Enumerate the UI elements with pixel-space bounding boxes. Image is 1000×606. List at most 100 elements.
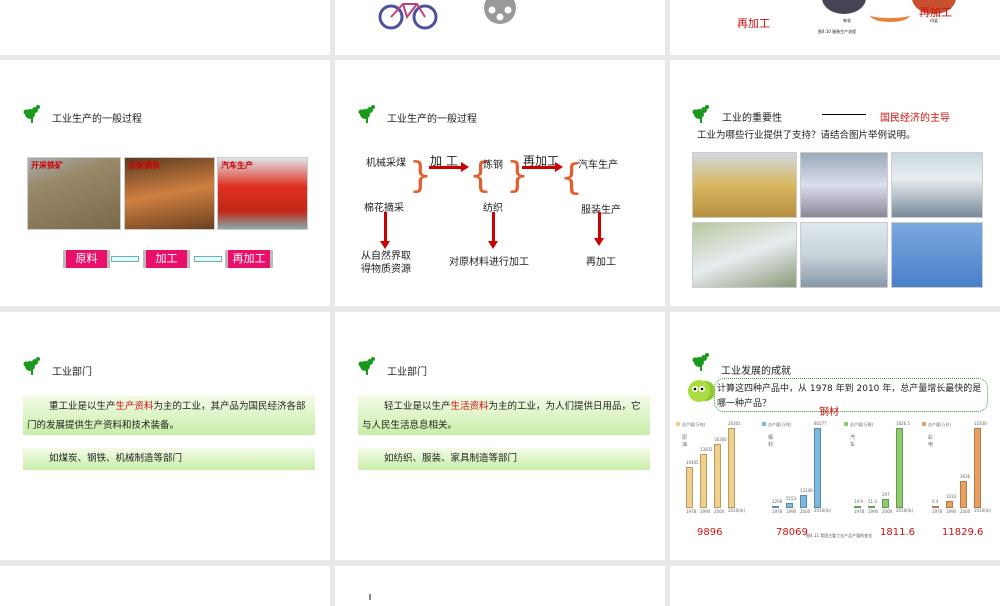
difference-value: 78069	[776, 527, 808, 538]
item-steel: 炼钢	[483, 160, 503, 171]
caterpillar-icon	[688, 380, 715, 402]
down-arrow	[598, 212, 601, 240]
photo-construction	[800, 152, 888, 218]
chart-bar	[868, 505, 875, 508]
result-2: 对原材料进行加工	[449, 257, 529, 268]
x-tick-label: 1990	[868, 509, 879, 514]
photo-computers	[891, 152, 983, 218]
leaf-bullet-icon	[692, 352, 710, 372]
slide-thumbnail-12[interactable]	[670, 566, 1000, 606]
slide-thumbnail-2[interactable]	[335, 0, 665, 55]
down-arrow	[492, 212, 495, 242]
bar-value-label: 13146	[800, 487, 813, 493]
mini-bar-chart: 总产量(万辆) 汽车 14.9 1978 51.4 1990 207 2000 1826.5 20…	[844, 421, 914, 522]
bar-value-label: 10405	[686, 460, 699, 465]
arrow-head	[488, 241, 498, 249]
slide-thumbnail-5[interactable]: 工业生产的一般过程 机械采煤 棉花摘采 } 加 工 { 炼钢 纺织 } 再加工 …	[335, 60, 665, 306]
x-tick-label: 2000	[714, 509, 725, 514]
result-1b: 得物质资源	[361, 264, 411, 275]
x-tick-label: 2000	[960, 509, 971, 514]
label-small: 印染	[930, 18, 938, 23]
chart-bar	[854, 506, 861, 508]
example-box: 如纺织、服装、家具制造等部门	[358, 448, 650, 470]
chart-title: 原油	[682, 435, 688, 448]
highlight: 生产资料	[115, 401, 154, 412]
x-tick-label: 1990	[786, 509, 797, 514]
chart-bar	[786, 502, 793, 508]
item-car: 汽车生产	[578, 160, 618, 171]
item-coal-mining: 机械采煤	[366, 158, 406, 169]
x-tick-label: 1990	[700, 509, 711, 514]
mini-bar-chart: 总产量(万台) 彩电 0.4 1978 1033 1990 3936 2000 11830 201…	[922, 421, 991, 522]
legend-swatch	[922, 422, 926, 426]
photo-car: 汽车生产	[217, 157, 308, 230]
legend-swatch	[844, 422, 848, 426]
flow-arrow	[111, 256, 139, 262]
definition-box: 重工业是以生产生产资料为主的工业，其产品为国民经济各部门的发展提供生产资料和技术…	[23, 395, 315, 435]
slide-thumbnail-9[interactable]: 工业发展的成就 计算这四种产品中，从 1978 年到 2010 年，总产量增长最…	[670, 312, 1000, 560]
photo-agriculture	[692, 152, 797, 218]
slide-title: 工业发展的成就	[721, 366, 791, 377]
chart-title: 彩电	[928, 435, 934, 448]
leaf-bullet-icon	[358, 104, 376, 124]
flow-arrow	[194, 256, 222, 262]
process-photo-circle	[822, 0, 866, 14]
slide-thumbnail-4[interactable]: 工业生产的一般过程 开采铁矿 冶炼钢铁 汽车生产 原料 加工 再加工	[0, 60, 330, 306]
example-box: 如煤炭、钢铁、机械制造等部门	[23, 448, 315, 470]
answer-text: 钢材	[819, 407, 839, 418]
bar-value-label: 80277	[814, 421, 827, 426]
bicycle-image	[378, 3, 438, 30]
leaf-bullet-icon	[23, 104, 41, 124]
chart-bar	[686, 467, 693, 508]
photo-steel: 冶炼钢铁	[124, 157, 215, 230]
x-tick-label: 2000	[800, 509, 811, 514]
bar-value-label: 207	[882, 491, 890, 497]
brace: }	[409, 155, 432, 196]
slide-thumbnail-7[interactable]: 工业部门 重工业是以生产生产资料为主的工业，其产品为国民经济各部门的发展提供生产…	[0, 312, 330, 560]
x-tick-label: 1978	[772, 509, 783, 514]
example-text: 如煤炭、钢铁、机械制造等部门	[49, 453, 183, 464]
chart-legend: 总产量(万吨)	[768, 422, 792, 427]
bar-value-label: 14.9	[854, 499, 863, 504]
bar-value-label: 20301	[728, 421, 741, 426]
highlight: 生活资料	[450, 401, 489, 412]
chart-bar	[728, 428, 735, 508]
slide-title: 工业部门	[387, 367, 427, 378]
x-tick-label: 2010(年)	[896, 508, 914, 513]
bar-value-label: 11830	[974, 421, 987, 426]
difference-value: 9896	[697, 527, 723, 538]
legend-swatch	[762, 422, 766, 426]
chart-bar	[882, 498, 889, 508]
photo-jets	[891, 222, 983, 288]
mini-bar-chart: 总产量(万吨) 钢材 2208 1978 5153 1990 13146 2000 80277 2…	[762, 421, 832, 522]
definition-text: 轻工业是以生产	[384, 401, 451, 412]
slide-thumbnail-3[interactable]: 再加工 再加工 制衣 印染 图4.10 服装生产流程	[670, 0, 1000, 55]
slide-thumbnail-11[interactable]	[335, 566, 665, 606]
photo-train	[692, 222, 797, 288]
arrow-head	[594, 238, 604, 246]
chart-bar	[960, 481, 967, 508]
bar-value-label: 51.4	[868, 498, 877, 504]
slide-thumbnail-6[interactable]: 工业的重要性 国民经济的主导 工业为哪些行业提供了支持？请结合图片举例说明。	[670, 60, 1000, 306]
figure-caption: 图4.11 我国主要工业产品产量的变化	[806, 533, 873, 538]
x-tick-label: 2010(年)	[814, 508, 832, 513]
photo-medical	[800, 222, 888, 288]
chart-bar	[700, 453, 707, 508]
x-tick-label: 1978	[932, 509, 943, 514]
slide-title: 工业生产的一般过程	[52, 114, 142, 125]
slide-thumbnail-1[interactable]	[0, 0, 330, 55]
leaf-bullet-icon	[23, 356, 41, 376]
bar-value-label: 13831	[700, 446, 713, 452]
bar-value-label: 0.4	[932, 499, 939, 504]
chart-bar	[932, 506, 939, 508]
definition-box: 轻工业是以生产生活资料为主的工业，为人们提供日用品，它与人民生活息息相关。	[358, 395, 650, 435]
bar-value-label: 1826.5	[896, 421, 910, 426]
slide-thumbnail-8[interactable]: 工业部门 轻工业是以生产生活资料为主的工业，为人们提供日用品，它与人民生活息息相…	[335, 312, 665, 560]
chart-bar	[714, 443, 721, 508]
x-tick-label: 2000	[882, 509, 893, 514]
step-processing: 加工	[143, 250, 190, 268]
item-clothing: 服装生产	[581, 205, 621, 216]
definition-text: 重工业是以生产	[49, 401, 116, 412]
chart-bar	[946, 501, 953, 508]
slide-thumbnail-10[interactable]	[0, 566, 330, 606]
